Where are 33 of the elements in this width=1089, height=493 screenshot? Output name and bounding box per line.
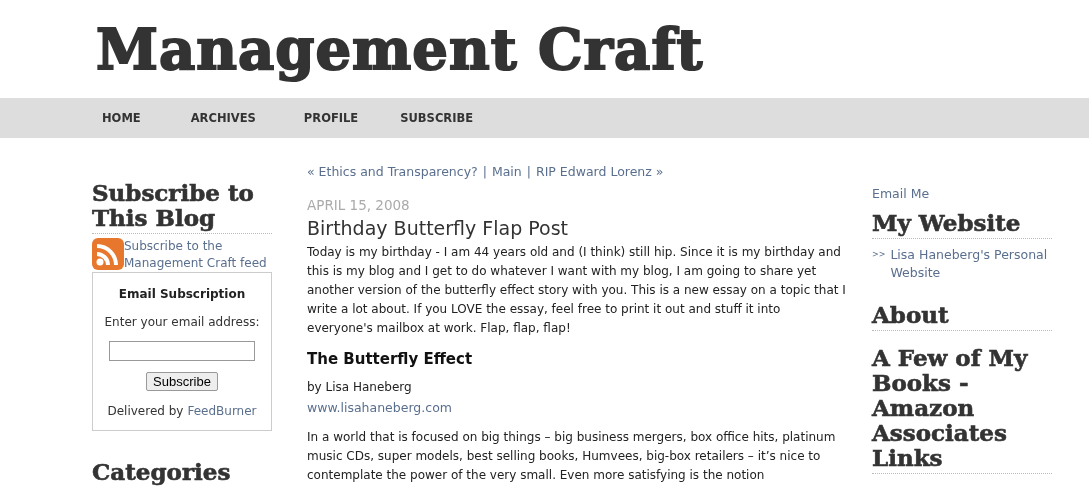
rss-feed-icon[interactable] (92, 238, 124, 270)
personal-website-link[interactable]: Lisa Haneberg's Personal Website (890, 246, 1052, 282)
nav-link[interactable]: PROFILE (303, 111, 359, 125)
nav-link[interactable]: ARCHIVES (190, 111, 256, 125)
previous-post-link[interactable]: « Ethics and Transparency? (307, 164, 478, 179)
email-me-link[interactable]: Email Me (872, 186, 930, 201)
sidebar-heading: A Few of My Books - Amazon Associates Links (872, 345, 1052, 474)
next-post-link[interactable]: RIP Edward Lorenz » (535, 164, 664, 179)
sidebar-heading: Categories (92, 459, 232, 487)
separator: | (482, 164, 487, 179)
nav-link[interactable]: SUBSCRIBE (400, 111, 474, 125)
main-link[interactable]: Main (491, 164, 522, 179)
sidebar-heading: About (872, 302, 1052, 331)
site-title[interactable]: Management Craft (96, 16, 704, 82)
byline: by Lisa Haneberg (307, 379, 413, 396)
email-field[interactable] (109, 341, 255, 361)
email-prompt: Enter your email address: (104, 315, 260, 329)
post-date: APRIL 15, 2008 (307, 197, 411, 213)
post-paragraph: In a world that is focused on big things – big business mergers, box office hits, platinum music CDs, super models, best selling books, Humvees, big-box retailers – it’s nice to contemplate the power of the very small. Even more satisfying is the notion (307, 429, 837, 484)
sidebar-heading: My Website (872, 210, 1052, 239)
separator: | (526, 164, 531, 179)
delivered-by-text: Delivered by (107, 404, 184, 418)
subscribe-button[interactable]: Subscribe (146, 372, 218, 391)
provider-link[interactable]: FeedBurner (187, 404, 257, 418)
bullet-marker: >> (872, 249, 886, 261)
nav-link[interactable]: HOME (102, 111, 141, 125)
sidebar-heading: Subscribe to This Blog (92, 180, 272, 234)
post-paragraph: Today is my birthday - I am 44 years old and (I think) still hip. Since it is my birthday and this is my blog and I get to do whatever I want with my blog, I am going to share yet another version of the butterfly effect story with you. This is a new essay on a topic that I write a lot about. If you LOVE the essay, feel free to print it out and stuff it into everyone's mailbox at work. Flap, flap, flap! (307, 244, 847, 337)
author-url-link[interactable]: www.lisahaneberg.com (307, 398, 452, 417)
feed-link[interactable]: Subscribe to the Management Craft feed (124, 238, 272, 272)
post-title: Birthday Butterfly Flap Post (307, 217, 570, 239)
panel-title: Email Subscription (118, 287, 246, 301)
post-subheading: The Butterfly Effect (307, 350, 474, 368)
